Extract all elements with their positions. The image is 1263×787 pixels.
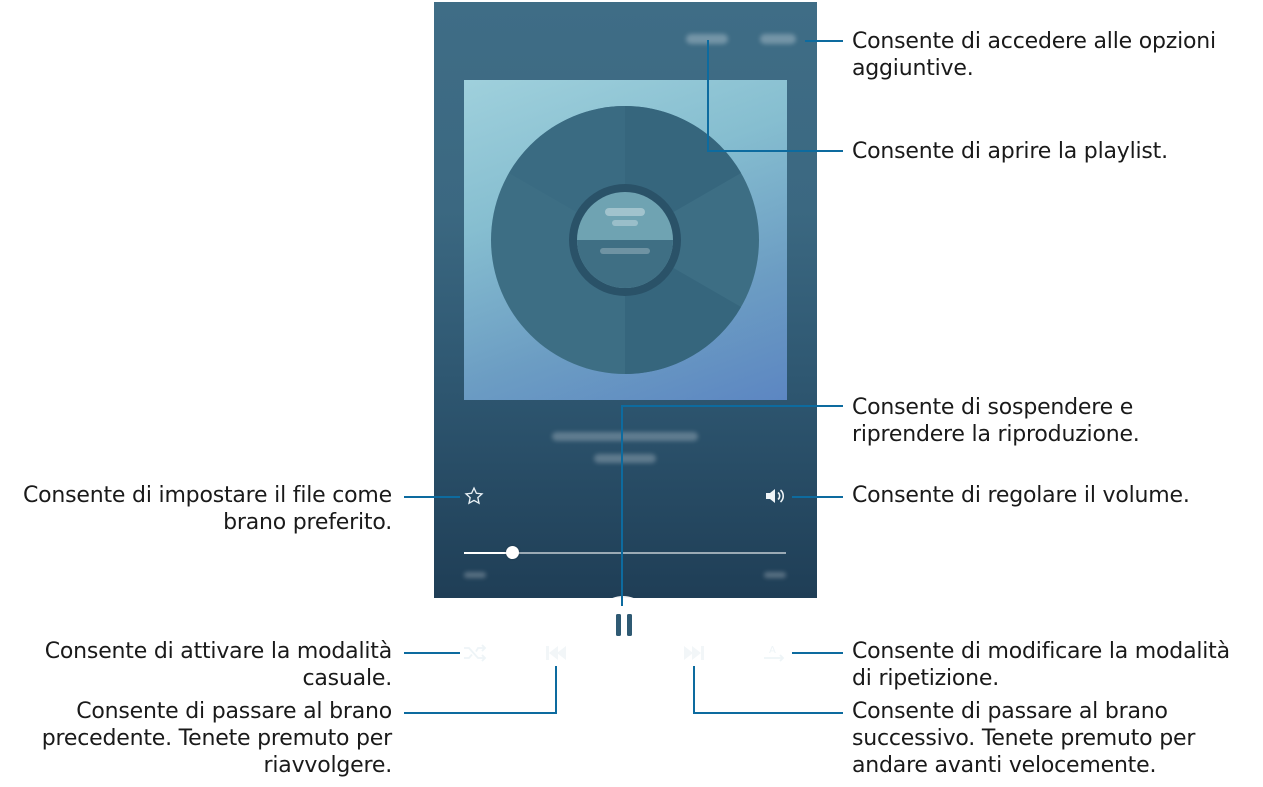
callout-line-repeat xyxy=(792,652,843,654)
callout-text-line: andare avanti velocemente. xyxy=(852,753,1157,778)
seek-bar-thumb[interactable] xyxy=(506,546,520,559)
callout-text-line: Consente di sospendere e xyxy=(852,395,1134,420)
callout-text-line: di ripetizione. xyxy=(852,666,1000,691)
callout-line-playlist-h xyxy=(707,150,843,152)
callout-line-previous-v xyxy=(555,666,557,713)
skip-next-icon xyxy=(684,646,704,660)
callout-line-more-options xyxy=(805,40,843,42)
total-time xyxy=(764,572,786,578)
callout-text-line: Consente di regolare il volume. xyxy=(852,483,1190,508)
callout-line-favorite xyxy=(404,496,460,498)
callout-text-line: riavvolgere. xyxy=(263,753,393,778)
callout-volume: Consente di regolare il volume. xyxy=(852,482,1190,509)
callout-text-line: riprendere la riproduzione. xyxy=(852,422,1140,447)
track-title xyxy=(552,432,698,441)
callout-repeat: Consente di modificare la modalità di ri… xyxy=(852,638,1230,692)
callout-text-line: Consente di impostare il file come xyxy=(23,483,392,508)
seek-bar[interactable] xyxy=(464,546,786,559)
skip-previous-icon xyxy=(546,646,566,660)
callout-line-playlist-v xyxy=(707,40,709,152)
callout-line-next-h xyxy=(693,712,843,714)
callout-line-next-v xyxy=(693,666,695,713)
callout-line-pause-h xyxy=(621,405,843,407)
callout-line-volume xyxy=(792,496,843,498)
shuffle-icon xyxy=(464,644,487,662)
callout-previous: Consente di passare al brano precedente.… xyxy=(0,698,392,779)
callout-favorite: Consente di impostare il file come brano… xyxy=(0,482,392,536)
favorite-button[interactable] xyxy=(462,484,486,508)
shuffle-button-icon-wrap[interactable] xyxy=(460,640,490,666)
callout-text-line: successivo. Tenete premuto per xyxy=(852,726,1196,751)
callout-text-line: precedente. Tenete premuto per xyxy=(41,726,392,751)
volume-button[interactable] xyxy=(762,484,790,508)
callout-text-line: aggiuntive. xyxy=(852,56,974,81)
callout-line-previous-h xyxy=(404,712,557,714)
callout-text-line: Consente di modificare la modalità xyxy=(852,639,1230,664)
previous-button[interactable] xyxy=(542,640,570,666)
more-options-button[interactable] xyxy=(760,34,796,44)
svg-text:A: A xyxy=(769,645,776,656)
elapsed-time xyxy=(464,572,486,578)
pause-icon-wrap[interactable] xyxy=(595,596,653,654)
callout-shuffle: Consente di attivare la modalità casuale… xyxy=(0,638,392,692)
callout-text-line: Consente di passare al brano xyxy=(852,699,1168,724)
callout-pause: Consente di sospendere e riprendere la r… xyxy=(852,394,1140,448)
callout-more-options: Consente di accedere alle opzioni aggiun… xyxy=(852,28,1216,82)
callout-next: Consente di passare al brano successivo.… xyxy=(852,698,1195,779)
album-art xyxy=(464,80,787,400)
callout-text-line: Consente di accedere alle opzioni xyxy=(852,29,1216,54)
star-outline-icon xyxy=(464,486,484,505)
callout-text-line: Consente di passare al brano xyxy=(76,699,392,724)
callout-text-line: Consente di attivare la modalità xyxy=(44,639,392,664)
callout-line-shuffle xyxy=(404,652,460,654)
pause-icon xyxy=(616,614,632,636)
speaker-icon xyxy=(766,489,785,503)
callout-text-line: Consente di aprire la playlist. xyxy=(852,139,1168,164)
next-button[interactable] xyxy=(680,640,708,666)
repeat-button[interactable]: A xyxy=(760,640,790,666)
track-artist xyxy=(594,454,656,463)
seek-bar-fill xyxy=(464,552,513,554)
callout-text-line: brano preferito. xyxy=(223,510,392,535)
callout-line-pause-v xyxy=(621,406,623,606)
callout-text-line: casuale. xyxy=(302,666,392,691)
callout-playlist: Consente di aprire la playlist. xyxy=(852,138,1168,165)
repeat-icon: A xyxy=(764,645,785,662)
music-player-screen xyxy=(434,2,817,598)
